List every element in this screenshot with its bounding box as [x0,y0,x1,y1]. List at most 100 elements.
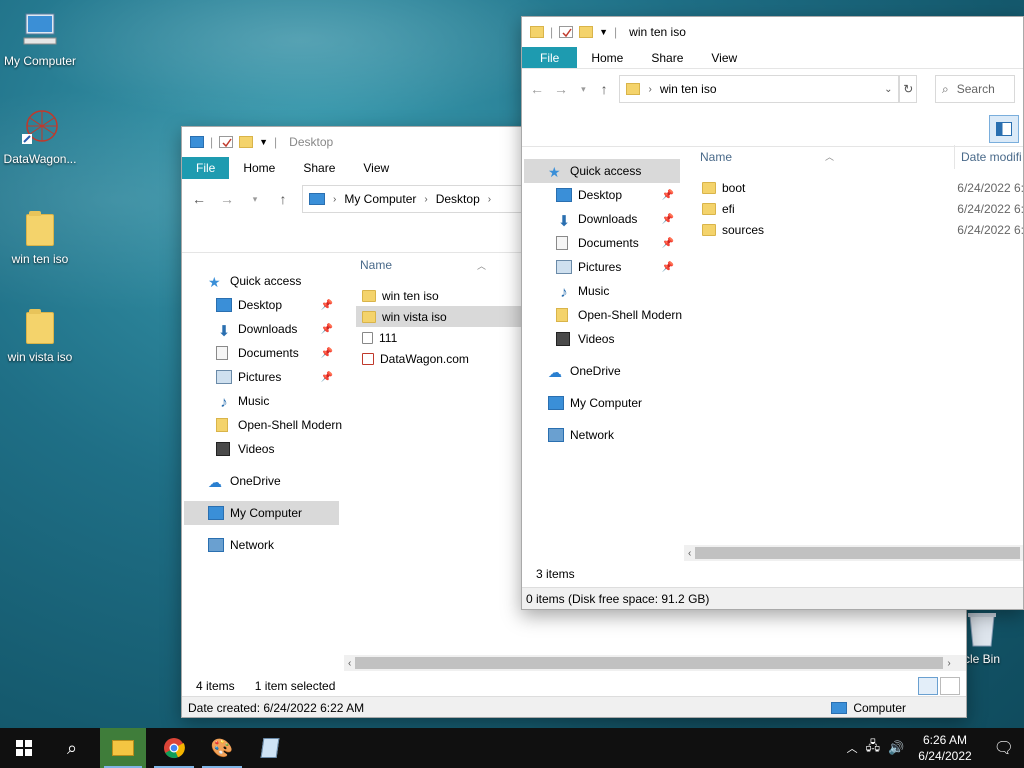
forward-arrow-icon[interactable]: → [218,191,236,207]
new-folder-icon[interactable] [239,136,254,148]
breadcrumb-desktop[interactable]: Desktop [436,192,480,206]
breadcrumb-my-computer[interactable]: My Computer [344,192,416,206]
back-arrow-icon[interactable]: ← [530,81,544,97]
pin-icon[interactable]: 📌 [321,372,333,383]
tab-home[interactable]: Home [229,157,289,179]
large-icons-view-icon[interactable] [940,677,960,695]
nav-music[interactable]: ♪ Music [524,279,680,303]
folder-icon [216,418,228,432]
pin-icon[interactable]: 📌 [321,324,333,335]
pin-icon[interactable]: 📌 [662,238,674,249]
up-arrow-icon[interactable]: ↑ [274,191,292,207]
nav-music[interactable]: ♪ Music [184,389,339,413]
breadcrumb-win-ten-iso[interactable]: win ten iso [660,82,717,96]
file-item[interactable]: win vista iso [356,306,526,327]
recent-chevron-icon[interactable]: ▾ [578,84,589,95]
taskbar-notepad[interactable] [246,728,294,768]
properties-icon[interactable] [219,136,234,148]
file-item[interactable]: efi 6/24/2022 6: [694,198,1023,219]
scroll-right-icon[interactable]: › [943,658,954,669]
clock[interactable]: 6:26 AM 6/24/2022 [918,732,971,764]
file-item[interactable]: DataWagon.com [356,348,526,369]
nav-quick-access[interactable]: ★ Quick access [524,159,680,183]
chevron-down-icon[interactable]: ▼ [599,27,608,37]
file-item[interactable]: sources 6/24/2022 6: [694,219,1023,240]
recent-chevron-icon[interactable]: ▾ [246,194,264,205]
back-arrow-icon[interactable]: ← [190,191,208,207]
notification-icon[interactable]: 🗨 [994,738,1014,758]
nav-onedrive[interactable]: ☁ OneDrive [184,469,339,493]
pin-icon[interactable]: 📌 [662,214,674,225]
nav-network[interactable]: Network [524,423,680,447]
pin-icon[interactable]: 📌 [321,348,333,359]
address-bar[interactable]: › win ten iso ⌄ [619,75,900,103]
tab-file[interactable]: File [182,157,230,179]
nav-network[interactable]: Network [184,533,339,557]
new-folder-icon[interactable] [579,26,594,38]
desktop-icon-datawagon[interactable]: DataWagon... [0,108,80,166]
nav-open-shell[interactable]: Open-Shell Modern [184,413,342,437]
nav-videos[interactable]: Videos [524,327,680,351]
nav-label: Music [578,284,610,298]
desktop-icon-win-vista-iso[interactable]: win vista iso [0,306,80,364]
chevron-down-icon[interactable]: ▼ [259,137,268,147]
tab-view[interactable]: View [349,157,403,179]
forward-arrow-icon[interactable]: → [554,81,568,97]
up-arrow-icon[interactable]: ↑ [599,81,610,97]
nav-my-computer[interactable]: My Computer [524,391,680,415]
nav-my-computer[interactable]: My Computer [184,501,339,525]
nav-documents[interactable]: Documents 📌 [184,341,339,365]
scroll-thumb[interactable] [695,547,1021,559]
taskbar-paint[interactable]: 🎨 [198,728,246,768]
horizontal-scrollbar[interactable]: ‹ [684,545,1023,561]
explorer-window-win-ten-iso[interactable]: | ▼ | win ten iso File Home Share View ←… [521,16,1024,610]
title-bar[interactable]: | ▼ | win ten iso [522,17,1023,47]
scroll-thumb[interactable] [355,657,944,669]
refresh-button[interactable]: ↻ [899,75,917,103]
network-tray-icon[interactable]: 🖧 [866,737,881,759]
scroll-left-icon[interactable]: ‹ [344,658,355,669]
preview-pane-button[interactable] [989,115,1019,143]
nav-open-shell[interactable]: Open-Shell Modern [524,303,682,327]
tab-share[interactable]: Share [289,157,349,179]
address-bar[interactable]: › My Computer › Desktop › [302,185,552,213]
pin-icon[interactable]: 📌 [321,300,333,311]
chevron-up-icon[interactable]: ︿ [847,740,858,756]
nav-documents[interactable]: Documents 📌 [524,231,680,255]
details-view-icon[interactable] [918,677,938,695]
taskbar-chrome[interactable] [150,728,198,768]
tab-file[interactable]: File [522,47,578,68]
file-item[interactable]: win ten iso [356,285,526,306]
pin-icon[interactable]: 📌 [662,190,674,201]
address-dropdown-icon[interactable]: ⌄ [884,84,892,95]
tab-view[interactable]: View [697,47,751,68]
search-button[interactable]: ⌕ [48,728,96,768]
nav-pictures[interactable]: Pictures 📌 [524,255,680,279]
tab-share[interactable]: Share [637,47,697,68]
pin-icon[interactable]: 📌 [662,262,674,273]
start-button[interactable] [0,728,48,768]
nav-quick-access[interactable]: ★ Quick access [184,269,339,293]
nav-desktop[interactable]: Desktop 📌 [524,183,680,207]
desktop-icon-my-computer[interactable]: My Computer [0,10,80,68]
file-item[interactable]: boot 6/24/2022 6: [694,177,1023,198]
nav-downloads[interactable]: ⬇ Downloads 📌 [184,317,339,341]
properties-icon[interactable] [559,26,574,38]
column-header-name[interactable]: Name ︿ [356,253,526,277]
search-box[interactable]: ⌕ Search [934,75,1015,103]
tab-home[interactable]: Home [577,47,637,68]
column-header-name[interactable]: Name ︿ [694,150,954,164]
film-icon [556,332,570,346]
column-header-date[interactable]: Date modifi [954,145,1022,169]
horizontal-scrollbar[interactable]: ‹ › [344,655,966,671]
nav-downloads[interactable]: ⬇ Downloads 📌 [524,207,680,231]
nav-pictures[interactable]: Pictures 📌 [184,365,339,389]
volume-icon[interactable]: 🔊 [888,740,904,756]
taskbar-file-explorer[interactable] [100,728,146,768]
scroll-left-icon[interactable]: ‹ [684,548,695,559]
nav-desktop[interactable]: Desktop 📌 [184,293,339,317]
desktop-icon-win-ten-iso[interactable]: win ten iso [0,208,80,266]
nav-onedrive[interactable]: ☁ OneDrive [524,359,680,383]
file-item[interactable]: 111 [356,327,526,348]
nav-videos[interactable]: Videos [184,437,339,461]
